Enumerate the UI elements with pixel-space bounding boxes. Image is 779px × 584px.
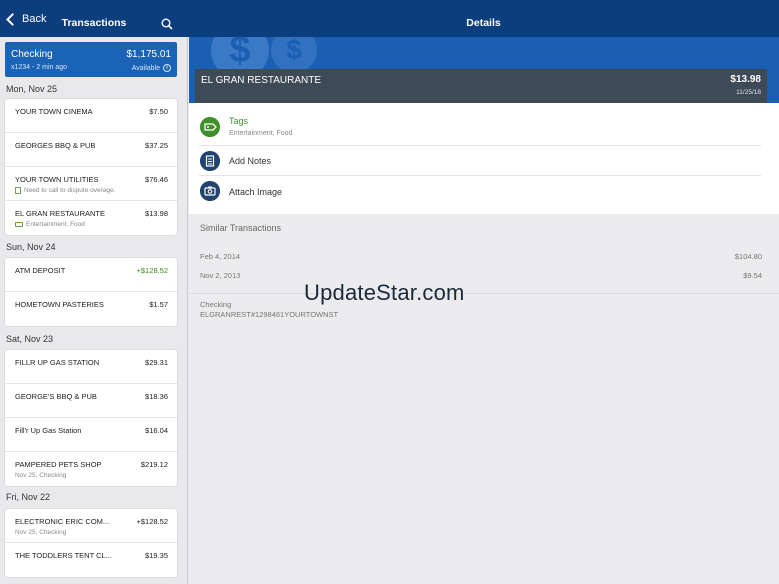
transaction-name: ATM DEPOSIT xyxy=(15,266,66,275)
transaction-amount: +$128.52 xyxy=(136,266,169,275)
attach-image-label: Attach Image xyxy=(229,187,283,197)
transaction-group: YOUR TOWN CINEMA $7.50 GEORGES BBQ & PUB… xyxy=(5,99,177,235)
details-pane: $ $ EL GRAN RESTAURANTE $13.98 11/25/18 … xyxy=(189,37,779,584)
account-subtitle: x1234 - 2 min ago xyxy=(11,64,68,71)
transaction-subtitle: Nov 25, Checking xyxy=(15,472,67,479)
transaction-amount: $19.35 xyxy=(145,551,168,560)
similar-date: Nov 2, 2013 xyxy=(200,271,241,280)
tags-text: Entertainment, Food xyxy=(26,221,85,228)
transaction-amount: +$128.52 xyxy=(136,517,169,526)
add-notes-action[interactable]: Add Notes xyxy=(199,146,761,176)
transaction-amount: $7.50 xyxy=(149,107,168,116)
description-text: ELGRANREST#1298461YOURTOWNST xyxy=(200,310,339,319)
similar-amount: $9.54 xyxy=(743,271,762,280)
transaction-row[interactable]: PAMPERED PETS SHOP $219.12 Nov 25, Check… xyxy=(5,452,177,486)
transaction-name: PAMPERED PETS SHOP xyxy=(15,460,102,469)
transaction-subtitle: Nov 25, Checking xyxy=(15,529,67,536)
account-name: Checking xyxy=(11,49,53,60)
date-header: Mon, Nov 25 xyxy=(6,84,58,94)
transaction-row[interactable]: HOMETOWN PASTERIES $1.57 xyxy=(5,292,177,326)
merchant-date: 11/25/18 xyxy=(736,89,761,96)
transaction-note: Need to call to dispute overage. xyxy=(15,187,115,194)
tags-action[interactable]: Tags Entertainment, Food xyxy=(199,112,761,146)
dollar-coin-icon: $ xyxy=(271,37,317,73)
transaction-name: Fill'r Up Gas Station xyxy=(15,426,82,435)
watermark-text: UpdateStar.com xyxy=(304,280,465,305)
search-icon[interactable] xyxy=(161,18,173,30)
divider xyxy=(189,293,779,294)
transaction-name: YOUR TOWN UTILITIES xyxy=(15,175,99,184)
similar-transaction-row[interactable]: Nov 2, 2013 $9.54 xyxy=(200,271,762,280)
transaction-group: FILLR UP GAS STATION $29.31 GEORGE'S BBQ… xyxy=(5,350,177,486)
transaction-row[interactable]: ATM DEPOSIT +$128.52 xyxy=(5,258,177,292)
note-icon xyxy=(15,187,21,194)
transaction-row[interactable]: YOUR TOWN CINEMA $7.50 xyxy=(5,99,177,133)
add-notes-label: Add Notes xyxy=(229,156,272,166)
transaction-row[interactable]: YOUR TOWN UTILITIES $76.46 Need to call … xyxy=(5,167,177,201)
transaction-row[interactable]: GEORGES BBQ & PUB $37.25 xyxy=(5,133,177,167)
transaction-name: YOUR TOWN CINEMA xyxy=(15,107,93,116)
transaction-group: ELECTRONIC ERIC COM... +$128.52 Nov 25, … xyxy=(5,509,177,577)
account-card[interactable]: Checking $1,175.01 x1234 - 2 min ago Ava… xyxy=(5,42,177,77)
camera-icon xyxy=(200,181,220,201)
transactions-pane: Checking $1,175.01 x1234 - 2 min ago Ava… xyxy=(0,37,188,584)
transaction-row[interactable]: Fill'r Up Gas Station $16.04 xyxy=(5,418,177,452)
tag-icon xyxy=(200,117,220,137)
transaction-row[interactable]: EL GRAN RESTAURANTE $13.98 Entertainment… xyxy=(5,201,177,235)
transaction-row[interactable]: FILLR UP GAS STATION $29.31 xyxy=(5,350,177,384)
transaction-group: ATM DEPOSIT +$128.52 HOMETOWN PASTERIES … xyxy=(5,258,177,326)
transaction-name: ELECTRONIC ERIC COM... xyxy=(15,517,110,526)
transaction-name: THE TODDLERS TENT CL... xyxy=(15,551,112,560)
note-icon xyxy=(200,151,220,171)
transaction-row[interactable]: ELECTRONIC ERIC COM... +$128.52 Nov 25, … xyxy=(5,509,177,543)
transaction-amount: $18.36 xyxy=(145,392,168,401)
date-header: Fri, Nov 22 xyxy=(6,492,51,502)
note-text: Need to call to dispute overage. xyxy=(24,187,116,194)
transaction-amount: $16.04 xyxy=(145,426,168,435)
available-text: Available xyxy=(131,64,160,72)
merchant-amount: $13.98 xyxy=(730,74,761,85)
account-balance: $1,175.01 xyxy=(126,49,172,60)
transaction-name: HOMETOWN PASTERIES xyxy=(15,300,104,309)
detail-actions: Tags Entertainment, Food Add Notes Attac… xyxy=(189,103,779,214)
date-header: Sat, Nov 23 xyxy=(6,334,54,344)
transaction-name: EL GRAN RESTAURANTE xyxy=(15,209,106,218)
transaction-row[interactable]: GEORGE'S BBQ & PUB $18.36 xyxy=(5,384,177,418)
transaction-amount: $37.25 xyxy=(145,141,168,150)
similar-transaction-row[interactable]: Feb 4, 2014 $104.80 xyxy=(200,252,762,261)
available-label: Available i xyxy=(132,64,171,72)
transaction-amount: $219.12 xyxy=(140,460,168,469)
similar-amount: $104.80 xyxy=(734,252,762,261)
merchant-bar: EL GRAN RESTAURANTE $13.98 11/25/18 xyxy=(195,69,767,103)
tags-label: Tags xyxy=(229,116,249,126)
transaction-row[interactable]: THE TODDLERS TENT CL... $19.35 xyxy=(5,543,177,577)
transaction-name: GEORGE'S BBQ & PUB xyxy=(15,392,97,401)
date-header: Sun, Nov 24 xyxy=(6,242,56,252)
attach-image-action[interactable]: Attach Image xyxy=(199,176,761,206)
transaction-amount: $29.31 xyxy=(145,358,168,367)
transaction-tags: Entertainment, Food xyxy=(15,221,85,228)
tag-icon xyxy=(15,222,23,227)
similar-date: Feb 4, 2014 xyxy=(200,252,241,261)
details-title: Details xyxy=(466,17,501,29)
similar-transactions-title: Similar Transactions xyxy=(200,223,282,233)
merchant-banner: $ $ EL GRAN RESTAURANTE $13.98 11/25/18 xyxy=(189,37,779,103)
transaction-name: FILLR UP GAS STATION xyxy=(15,358,100,367)
transaction-amount: $1.57 xyxy=(149,300,168,309)
tags-value: Entertainment, Food xyxy=(229,130,293,137)
top-bar: Back Transactions Details xyxy=(0,0,779,37)
info-icon[interactable]: i xyxy=(163,64,171,72)
transaction-name: GEORGES BBQ & PUB xyxy=(15,141,96,150)
transaction-amount: $76.46 xyxy=(145,175,168,184)
merchant-name: EL GRAN RESTAURANTE xyxy=(201,75,322,86)
transaction-amount: $13.98 xyxy=(145,209,168,218)
transactions-title: Transactions xyxy=(61,17,127,29)
